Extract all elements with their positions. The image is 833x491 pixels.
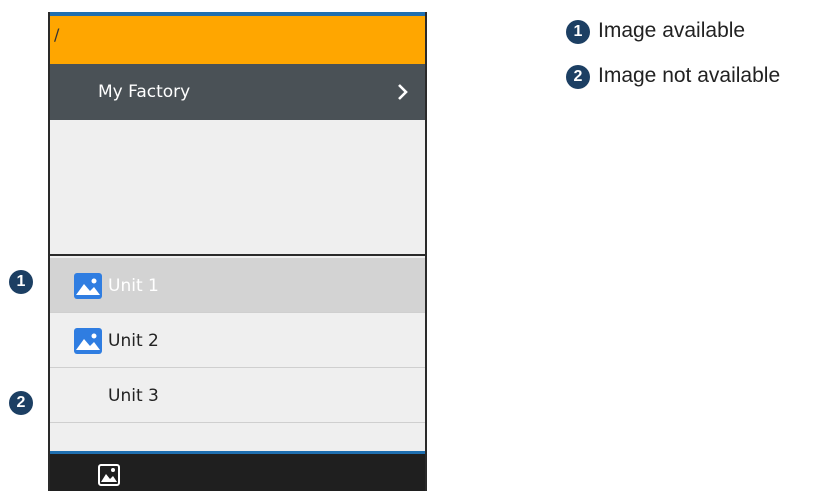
breadcrumb-label: My Factory bbox=[98, 82, 191, 102]
bottom-accent-line bbox=[50, 451, 425, 454]
unit-row-2[interactable]: Unit 2 bbox=[50, 313, 425, 368]
list-filler bbox=[50, 423, 425, 451]
empty-area bbox=[50, 120, 425, 256]
bottom-toolbar bbox=[50, 451, 425, 491]
legend-badge-1: 1 bbox=[566, 20, 590, 44]
image-icon bbox=[74, 273, 102, 299]
path-text: / bbox=[54, 25, 60, 44]
legend-text-2: Image not available bbox=[598, 64, 781, 87]
chevron-right-icon bbox=[398, 84, 408, 100]
legend-badge-2: 2 bbox=[566, 65, 590, 89]
breadcrumb-my-factory[interactable]: My Factory bbox=[50, 64, 425, 120]
device-screen: / My Factory Unit 1 Unit 2 Unit 3 bbox=[48, 12, 427, 491]
unit-row-3[interactable]: Unit 3 bbox=[50, 368, 425, 423]
unit-label: Unit 3 bbox=[108, 386, 159, 406]
unit-row-1[interactable]: Unit 1 bbox=[50, 258, 425, 313]
legend-text-1: Image available bbox=[598, 19, 746, 42]
unit-label: Unit 2 bbox=[108, 331, 159, 351]
image-icon[interactable] bbox=[98, 464, 120, 486]
image-icon bbox=[74, 328, 102, 354]
callout-badge-2: 2 bbox=[9, 391, 33, 415]
path-bar: / bbox=[50, 16, 425, 64]
unit-label: Unit 1 bbox=[108, 276, 159, 296]
callout-badge-1: 1 bbox=[9, 270, 33, 294]
